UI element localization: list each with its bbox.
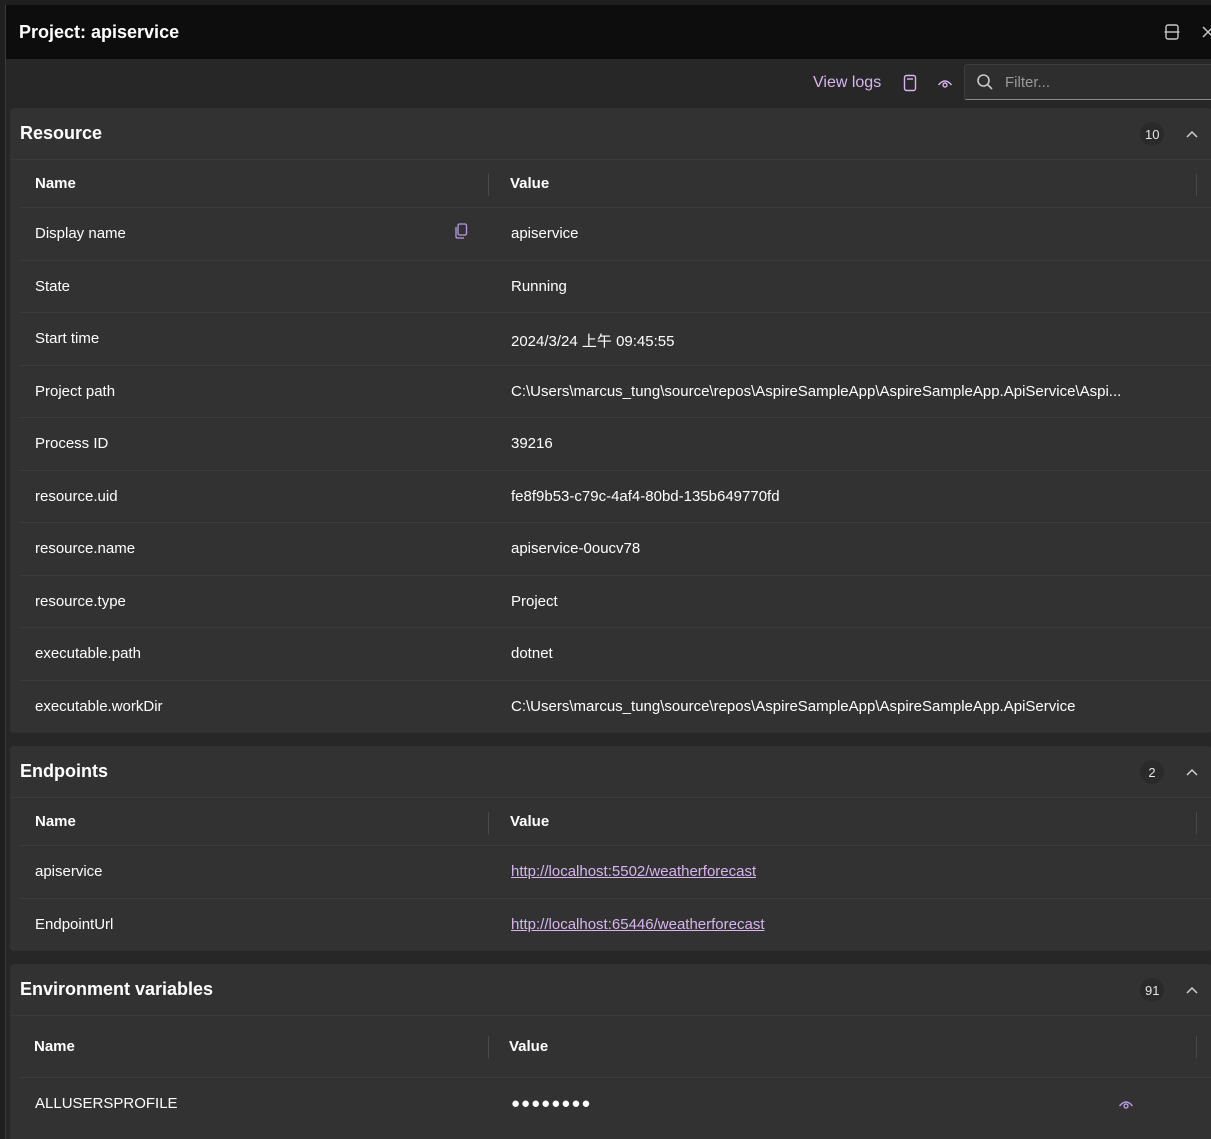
masked-value: ●●●●●●●● — [511, 1095, 592, 1112]
grid-header: Name Value — [20, 1016, 1211, 1078]
endpoints-section: Endpoints 2 Name Value apiservice http:/… — [10, 746, 1211, 951]
table-row[interactable]: ALLUSERSPROFILE ●●●●●●●● — [20, 1078, 1211, 1131]
resource-section: Resource 10 Name Value Display name apis… — [10, 108, 1211, 733]
cell-name: resource.name — [35, 540, 136, 557]
count-badge: 91 — [1140, 978, 1165, 1002]
column-header-name[interactable]: Name — [35, 813, 76, 830]
count-badge: 10 — [1140, 122, 1165, 146]
table-row[interactable]: resource.uid fe8f9b53-c79c-4af4-80bd-135… — [20, 471, 1211, 523]
cell-name: Display name — [35, 225, 126, 242]
cell-value: 2024/3/24 上午 09:45:55 — [511, 333, 675, 350]
table-row[interactable]: Process ID 39216 — [20, 418, 1211, 471]
table-row[interactable]: Start time 2024/3/24 上午 09:45:55 — [20, 313, 1211, 366]
filter-input[interactable] — [1005, 73, 1195, 91]
cell-value: apiservice — [511, 225, 579, 242]
cell-name: ALLUSERSPROFILE — [35, 1095, 178, 1112]
grid-header: Name Value — [20, 798, 1211, 846]
cell-name: EndpointUrl — [35, 915, 114, 933]
cell-name: Start time — [35, 330, 100, 347]
table-row[interactable]: State Running — [20, 261, 1211, 313]
column-resize-handle[interactable] — [488, 812, 489, 834]
table-row[interactable]: resource.name apiservice-0oucv78 — [20, 523, 1211, 576]
panel-titlebar: Project: apiservice — [6, 5, 1211, 59]
cell-value: dotnet — [511, 645, 553, 662]
panel-title: Project: apiservice — [19, 21, 180, 42]
column-header-value[interactable]: Value — [510, 175, 549, 192]
environment-section-header[interactable]: Environment variables 91 — [10, 964, 1211, 1016]
endpoint-link[interactable]: http://localhost:5502/weatherforecast — [511, 863, 756, 880]
cell-value: C:\Users\marcus_tung\source\repos\Aspire… — [511, 697, 1076, 715]
column-resize-handle[interactable] — [1196, 1036, 1197, 1058]
cell-value: C:\Users\marcus_tung\source\repos\Aspire… — [511, 382, 1122, 400]
endpoints-section-header[interactable]: Endpoints 2 — [10, 746, 1211, 798]
panel-toolbar: View logs — [6, 59, 1211, 107]
column-resize-handle[interactable] — [488, 174, 489, 196]
column-resize-handle[interactable] — [1196, 812, 1197, 834]
eye-icon[interactable] — [934, 72, 956, 94]
table-row[interactable]: executable.workDir C:\Users\marcus_tung\… — [20, 681, 1211, 734]
cell-value: Project — [511, 592, 558, 610]
cell-name: State — [35, 277, 71, 295]
column-resize-handle[interactable] — [1196, 174, 1197, 196]
resource-section-header[interactable]: Resource 10 — [10, 108, 1211, 160]
cell-name: Process ID — [35, 435, 109, 452]
column-header-name[interactable]: Name — [34, 1038, 75, 1055]
cell-name: resource.uid — [35, 487, 118, 505]
section-title: Resource — [20, 123, 103, 143]
cell-value: Running — [511, 277, 567, 295]
search-icon — [965, 73, 1005, 91]
column-header-value[interactable]: Value — [510, 813, 549, 830]
column-header-name[interactable]: Name — [35, 175, 76, 192]
close-icon[interactable] — [1198, 22, 1211, 42]
section-title: Endpoints — [20, 761, 108, 781]
cell-value: fe8f9b53-c79c-4af4-80bd-135b649770fd — [511, 487, 780, 505]
cell-name: apiservice — [35, 863, 103, 880]
table-row[interactable]: resource.type Project — [20, 576, 1211, 628]
cell-name: executable.workDir — [35, 697, 163, 715]
section-title: Environment variables — [20, 979, 214, 999]
cell-name: executable.path — [35, 645, 141, 662]
cell-value: 39216 — [511, 435, 553, 452]
table-row[interactable]: EndpointUrl http://localhost:65446/weath… — [20, 899, 1211, 952]
cell-name: Project path — [35, 382, 116, 400]
grid-header: Name Value — [20, 160, 1211, 208]
chevron-up-icon[interactable] — [1182, 980, 1202, 1000]
split-view-icon[interactable] — [1162, 22, 1182, 42]
column-resize-handle[interactable] — [488, 1036, 489, 1058]
table-row[interactable]: executable.path dotnet — [20, 628, 1211, 681]
cell-value: apiservice-0oucv78 — [511, 540, 641, 557]
copy-icon[interactable] — [452, 222, 470, 240]
resource-grid: Name Value Display name apiservice State… — [20, 160, 1211, 733]
details-panel: Project: apiservice View logs Resource 1… — [5, 5, 1211, 1139]
endpoints-grid: Name Value apiservice http://localhost:5… — [20, 798, 1211, 951]
table-row[interactable]: Project path C:\Users\marcus_tung\source… — [20, 366, 1211, 418]
eye-icon[interactable] — [1116, 1094, 1136, 1114]
environment-grid: Name Value ALLUSERSPROFILE ●●●●●●●● — [20, 1016, 1211, 1131]
table-row[interactable]: apiservice http://localhost:5502/weather… — [20, 846, 1211, 899]
environment-section: Environment variables 91 Name Value ALLU… — [10, 964, 1211, 1139]
document-icon[interactable] — [899, 72, 921, 94]
count-badge: 2 — [1140, 760, 1164, 784]
endpoint-link[interactable]: http://localhost:65446/weatherforecast — [511, 916, 765, 933]
chevron-up-icon[interactable] — [1182, 124, 1202, 144]
cell-name: resource.type — [35, 592, 126, 610]
chevron-up-icon[interactable] — [1182, 762, 1202, 782]
view-logs-link[interactable]: View logs — [813, 74, 881, 92]
column-header-value[interactable]: Value — [509, 1038, 548, 1055]
filter-box — [964, 64, 1211, 100]
table-row[interactable]: Display name apiservice — [20, 208, 1211, 261]
